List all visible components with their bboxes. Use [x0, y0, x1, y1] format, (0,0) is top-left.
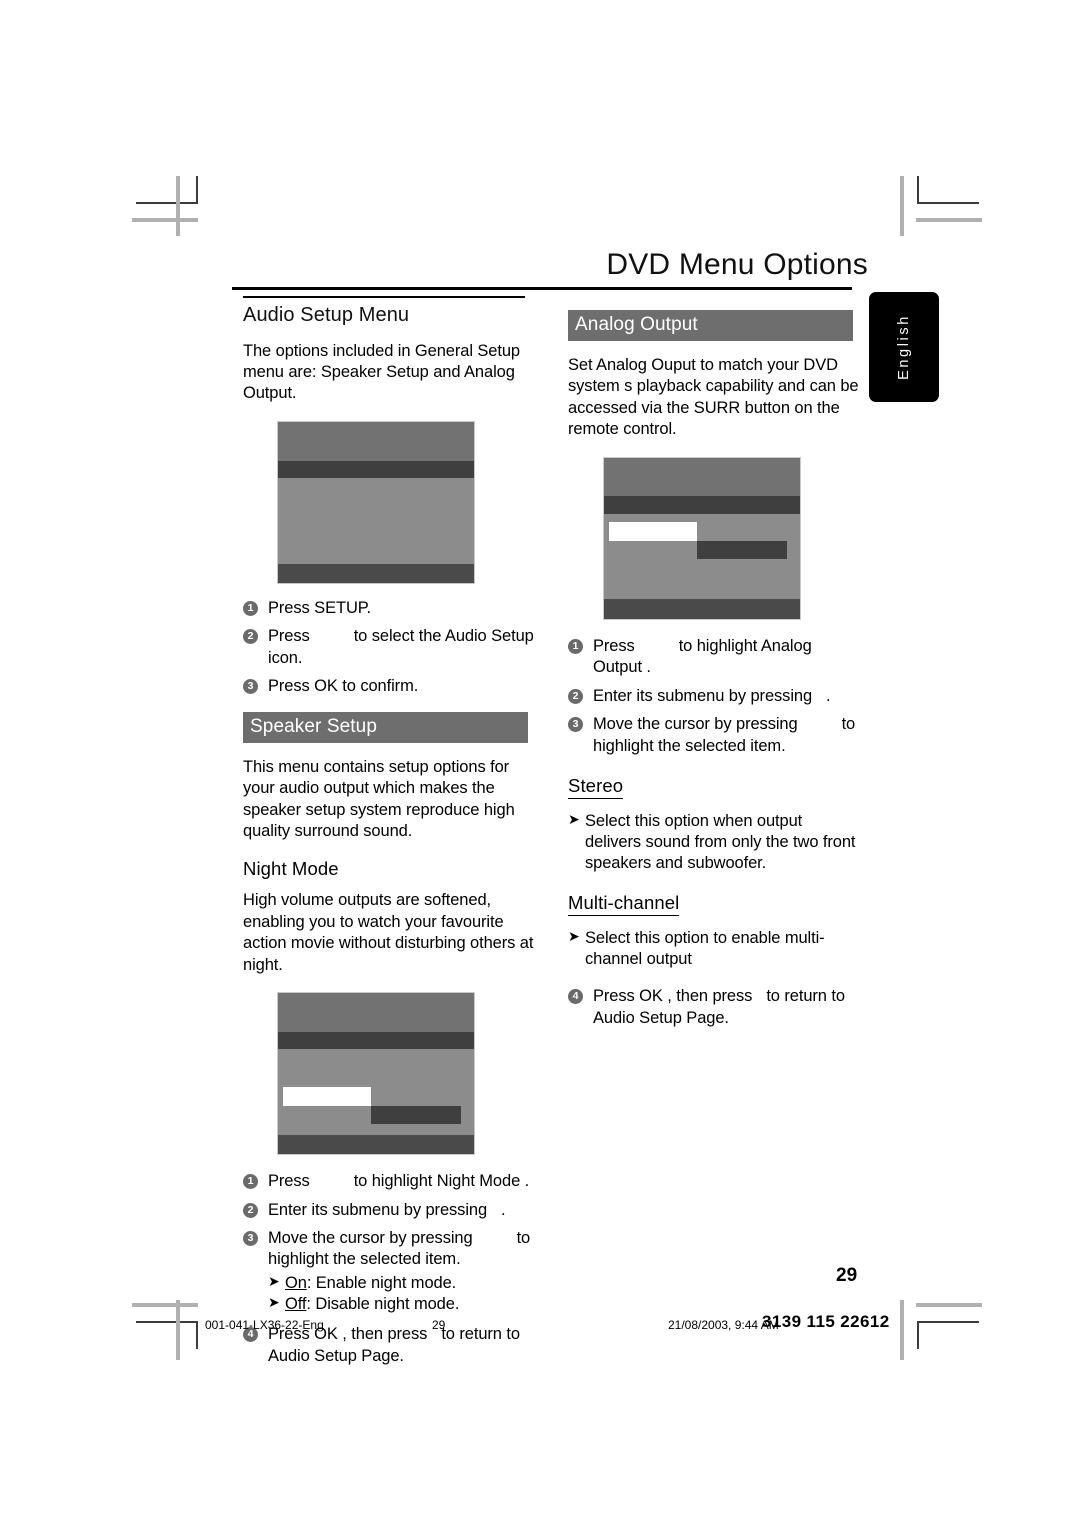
page-title: DVD Menu Options: [606, 248, 868, 281]
step-number: 1: [243, 600, 258, 616]
screen-submenu-row: [697, 541, 787, 560]
night-mode-steps: 1 Press to highlight Night Mode . 2 Enter…: [243, 1171, 535, 1367]
step-number: 2: [243, 629, 258, 645]
step-text: Move the cursor by pressing: [268, 1229, 473, 1248]
step-number: 2: [568, 688, 583, 704]
step-text-cont: .: [501, 1200, 506, 1219]
step-text: Press: [268, 1172, 310, 1191]
step-text: Press OK , then press: [593, 987, 753, 1006]
analog-output-bar-heading: Analog Output: [568, 310, 853, 341]
multichannel-heading: Multi-channel: [568, 892, 680, 917]
list-item: 1 Press to highlight Night Mode .: [243, 1171, 535, 1192]
audio-setup-screenshot: [277, 420, 475, 584]
language-tab-label: English: [896, 314, 912, 380]
language-tab: English: [869, 292, 939, 402]
screen-band-top: [278, 421, 474, 461]
screen-highlight-row: [283, 1086, 371, 1106]
step-number: 3: [243, 679, 258, 695]
step-text: Enter its submenu by pressing: [268, 1200, 488, 1219]
screen-band-bottom: [604, 599, 800, 619]
list-item: ➤ On: Enable night mode.: [268, 1273, 535, 1294]
footer-file-name: 001-041-LX36-22-Eng: [205, 1318, 324, 1332]
stereo-options: ➤ Select this option when output delivers…: [568, 811, 860, 874]
footer-page-number: 29: [432, 1318, 446, 1332]
analog-output-body-text: Set Analog Ouput to match your DVD syste…: [568, 356, 859, 439]
step-text-cont: to highlight Night Mode .: [353, 1172, 530, 1191]
list-item: 3 Press OK to confirm.: [243, 676, 535, 697]
multichannel-options: ➤ Select this option to enable multi-chan…: [568, 928, 860, 970]
arrow-right-icon: ➤: [568, 810, 580, 827]
stereo-heading: Stereo: [568, 775, 624, 799]
list-item: ➤ Off: Disable night mode.: [268, 1294, 535, 1315]
option-term: Off: [285, 1295, 307, 1314]
arrow-right-icon: ➤: [568, 928, 580, 945]
step-number: 4: [568, 989, 583, 1005]
step-number: 2: [243, 1202, 258, 1218]
arrow-right-icon: ➤: [268, 1294, 280, 1311]
multichannel-bullet-text: Select this option to enable multi-chann…: [585, 929, 825, 969]
step-text-cont: .: [826, 686, 831, 705]
screen-band-top: [278, 993, 474, 1032]
night-mode-screenshot: [277, 992, 475, 1156]
header-rule: [232, 287, 852, 290]
speaker-setup-body-text: This menu contains setup options for you…: [243, 757, 515, 840]
list-item: 1 Press SETUP.: [243, 598, 535, 619]
step-number: 3: [568, 717, 583, 733]
option-desc: : Enable night mode.: [306, 1273, 457, 1292]
left-column: Audio Setup Menu The options included in…: [243, 296, 535, 1381]
audio-setup-steps: 1 Press SETUP. 2 Press to select the Audi…: [243, 598, 535, 698]
list-item: 3 Move the cursor by pressing to highligh…: [243, 1228, 535, 1315]
night-mode-heading: Night Mode: [243, 858, 339, 880]
option-term: On: [285, 1273, 307, 1292]
list-item: ➤ Select this option when output delivers…: [568, 811, 860, 874]
screen-band-dark: [278, 460, 474, 479]
screen-band-top: [604, 457, 800, 497]
screen-submenu-row: [371, 1105, 461, 1124]
step-text: Press: [268, 627, 310, 646]
page-folio-number: 29: [836, 1265, 858, 1286]
list-item: 2 Press to select the Audio Setup icon.: [243, 626, 535, 669]
step-text: Press SETUP.: [268, 598, 372, 617]
right-column: Analog Output Set Analog Ouput to match …: [568, 296, 860, 1043]
screen-band-bottom: [278, 1134, 474, 1155]
step-text: Move the cursor by pressing: [593, 715, 798, 734]
list-item: ➤ Select this option to enable multi-chan…: [568, 928, 860, 970]
list-item: 1 Press to highlight Analog Output .: [568, 636, 860, 679]
step-number: 1: [568, 638, 583, 654]
list-item: 2 Enter its submenu by pressing.: [568, 686, 860, 707]
analog-output-screenshot: [603, 456, 801, 620]
speaker-setup-bar-heading: Speaker Setup: [243, 711, 528, 743]
list-item: 2 Enter its submenu by pressing.: [243, 1200, 535, 1221]
list-item: 3 Move the cursor by pressing to highligh…: [568, 714, 860, 757]
audio-setup-menu-heading: Audio Setup Menu: [243, 303, 410, 326]
option-desc: : Disable night mode.: [306, 1295, 460, 1314]
analog-output-steps-final: 4 Press OK , then press to return to Audi…: [568, 986, 860, 1029]
screen-band-bottom: [278, 563, 474, 583]
arrow-right-icon: ➤: [268, 1272, 280, 1289]
step-text: Press OK to confirm.: [268, 677, 419, 696]
screen-band-dark: [604, 496, 800, 515]
step-number: 1: [243, 1174, 258, 1190]
step-number: 3: [243, 1231, 258, 1247]
screen-band-dark: [278, 1031, 474, 1050]
step-text: Press: [593, 636, 635, 655]
stereo-bullet-text: Select this option when output delivers …: [585, 811, 856, 873]
step-text: Enter its submenu by pressing: [593, 686, 813, 705]
screen-highlight-row: [609, 522, 697, 542]
audio-setup-intro-text: The options included in General Setup me…: [243, 341, 520, 403]
audio-setup-rule: [243, 296, 525, 298]
night-mode-body-text: High volume outputs are softened, enabli…: [243, 891, 534, 974]
footer-document-code: 3139 115 22612: [762, 1312, 890, 1331]
night-mode-options: ➤ On: Enable night mode. ➤ Off: Disable ni…: [268, 1273, 535, 1315]
list-item: 4 Press OK , then press to return to Audi…: [568, 986, 860, 1029]
analog-output-steps: 1 Press to highlight Analog Output . 2 En…: [568, 636, 860, 757]
